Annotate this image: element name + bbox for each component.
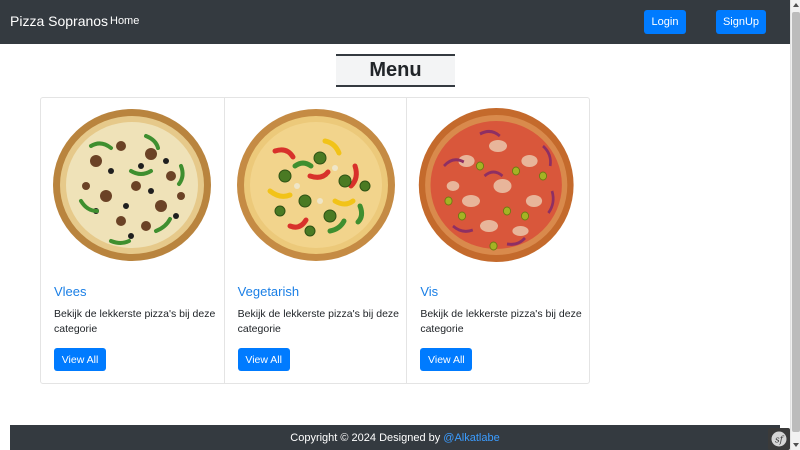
- card-description: Bekijk de lekkerste pizza's bij deze cat…: [237, 308, 400, 335]
- page-footer: Copyright © 2024 Designed by @Alkatlabe: [10, 425, 780, 450]
- signup-button[interactable]: SignUp: [716, 10, 766, 34]
- scroll-down-arrow-icon[interactable]: [791, 440, 800, 450]
- menu-heading: Menu: [336, 54, 455, 87]
- vertical-scrollbar[interactable]: [790, 0, 800, 450]
- login-button[interactable]: Login: [644, 10, 686, 34]
- card-description: Bekijk de lekkerste pizza's bij deze cat…: [54, 308, 216, 335]
- meat-pizza-image: [53, 109, 211, 261]
- symfony-toolbar-icon[interactable]: sf: [768, 428, 790, 450]
- vegetarian-pizza-image: [236, 109, 395, 261]
- brand-logo[interactable]: Pizza Sopranos: [10, 13, 108, 29]
- card-description: Bekijk de lekkerste pizza's bij deze cat…: [420, 308, 582, 335]
- category-card-vlees: Vlees Bekijk de lekkerste pizza's bij de…: [41, 98, 224, 383]
- category-card-vegetarish: Vegetarish Bekijk de lekkerste pizza's b…: [223, 98, 407, 383]
- scroll-up-arrow-icon[interactable]: [791, 0, 800, 10]
- card-title[interactable]: Vegetarish: [238, 284, 299, 299]
- category-card-vis: Vis Bekijk de lekkerste pizza's bij deze…: [406, 98, 589, 383]
- top-navbar: Pizza Sopranos Home Login SignUp: [0, 0, 790, 44]
- view-all-button[interactable]: View All: [420, 348, 473, 371]
- view-all-button[interactable]: View All: [237, 348, 290, 371]
- category-cards: Vlees Bekijk de lekkerste pizza's bij de…: [40, 97, 590, 384]
- symfony-logo-icon: sf: [771, 431, 787, 447]
- view-all-button[interactable]: View All: [54, 348, 106, 371]
- tuna-pizza-image: [419, 108, 574, 262]
- card-title[interactable]: Vis: [420, 284, 438, 299]
- card-title[interactable]: Vlees: [54, 284, 87, 299]
- nav-home-link[interactable]: Home: [110, 15, 139, 27]
- footer-author-link[interactable]: @Alkatlabe: [443, 432, 499, 444]
- footer-copyright: Copyright © 2024 Designed by: [290, 431, 444, 444]
- scrollbar-thumb[interactable]: [792, 12, 800, 432]
